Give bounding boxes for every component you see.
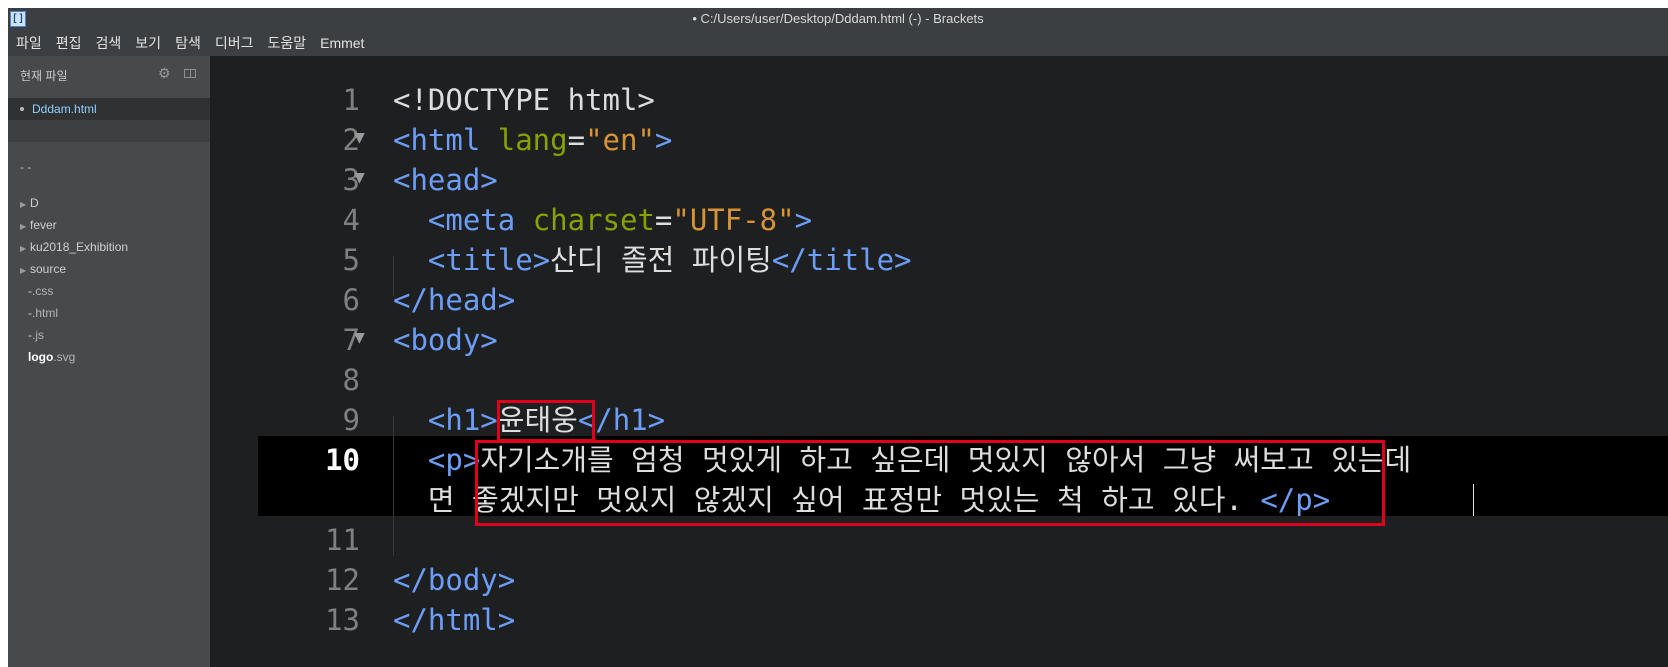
gear-icon[interactable]: ⚙ xyxy=(158,65,171,82)
text-cursor xyxy=(1473,484,1474,516)
tree-item-label: fever xyxy=(30,218,57,232)
menu-debug[interactable]: 디버그 xyxy=(215,33,254,53)
menu-find[interactable]: 검색 xyxy=(96,33,122,53)
highlight-box-paragraph xyxy=(475,440,1385,526)
menu-navigate[interactable]: 탐색 xyxy=(175,33,201,53)
tree-file-css[interactable]: -.css xyxy=(28,284,53,302)
tag: <p> xyxy=(427,443,481,477)
menu-file[interactable]: 파일 xyxy=(16,33,42,53)
modified-dot-icon xyxy=(20,107,24,111)
tree-item-label: D xyxy=(30,196,39,210)
working-file-name: Dddam.html xyxy=(32,102,97,116)
split-view-icon[interactable] xyxy=(184,69,196,78)
menu-bar: 파일 편집 검색 보기 탐색 디버그 도움말 Emmet xyxy=(8,30,1668,56)
code-editor[interactable]: 1 2 3 4 5 6 7 8 9 10 11 12 13 ▼ ▼ ▼ <!DO… xyxy=(210,56,1668,667)
tree-file-html[interactable]: -.html xyxy=(28,306,58,324)
line-number: 13 xyxy=(325,603,360,637)
menu-help[interactable]: 도움말 xyxy=(267,33,306,53)
tag: <html xyxy=(393,123,498,157)
code-line-2: <html lang="en"> xyxy=(393,120,672,160)
working-file-item[interactable]: Dddam.html xyxy=(8,98,210,120)
equals: = xyxy=(567,123,586,157)
project-title[interactable]: - - xyxy=(20,160,31,174)
tree-item-label: source xyxy=(30,262,67,276)
attribute-value: "en" xyxy=(585,123,655,157)
tree-file-logo-svg[interactable]: logo.svg xyxy=(28,350,75,368)
line-number: 9 xyxy=(342,403,360,437)
file-extension: .css xyxy=(32,284,54,298)
folder-collapsed-icon: ▶ xyxy=(20,222,27,231)
tree-item-label: ku2018_Exhibition xyxy=(30,240,129,254)
window-title: • C:/Users/user/Desktop/Dddam.html (-) -… xyxy=(692,11,984,26)
menu-view[interactable]: 보기 xyxy=(135,33,161,53)
code-line-12: </body> xyxy=(393,560,515,600)
folder-collapsed-icon: ▶ xyxy=(20,200,27,209)
line-number-active: 10 xyxy=(325,443,360,477)
line-number: 2 xyxy=(342,123,360,157)
menu-emmet[interactable]: Emmet xyxy=(320,35,364,51)
tag: > xyxy=(654,123,673,157)
code-line-6: </head> xyxy=(393,280,515,320)
tree-folder-fever[interactable]: ▶ fever xyxy=(20,218,57,236)
line-number: 7 xyxy=(342,323,360,357)
file-extension: .html xyxy=(32,306,59,320)
line-number: 12 xyxy=(325,563,360,597)
tag: </head> xyxy=(393,283,516,317)
fold-arrow-icon[interactable]: ▼ xyxy=(354,118,368,158)
folder-collapsed-icon: ▶ xyxy=(20,244,27,253)
line-number: 3 xyxy=(342,163,360,197)
tag: > xyxy=(794,203,813,237)
tag: <title> xyxy=(427,243,551,277)
working-files-header: 현재 파일 ⚙ xyxy=(8,56,210,94)
line-number: 5 xyxy=(342,243,360,277)
working-files-title: 현재 파일 xyxy=(20,69,68,83)
file-extension: .js xyxy=(32,328,44,342)
file-basename: logo xyxy=(28,350,54,364)
brackets-window: [ ] • C:/Users/user/Desktop/Dddam.html (… xyxy=(8,8,1668,667)
code-line-1: <!DOCTYPE html> xyxy=(393,80,655,120)
doctype: <!DOCTYPE html> xyxy=(393,83,655,117)
line-number: 6 xyxy=(342,283,360,317)
highlight-box-h1 xyxy=(497,400,595,442)
attribute: lang xyxy=(497,123,568,157)
file-extension: .svg xyxy=(53,350,76,364)
line-number: 11 xyxy=(325,523,360,557)
fold-arrow-icon[interactable]: ▼ xyxy=(354,318,368,358)
tree-folder-source[interactable]: ▶ source xyxy=(20,262,66,280)
menu-edit[interactable]: 편집 xyxy=(56,33,82,53)
line-number: 1 xyxy=(342,83,360,117)
sidebar: 현재 파일 ⚙ Dddam.html - - ▶ D ▶ fever ▶ ku2018… xyxy=(8,56,210,667)
attribute-value: "UTF-8" xyxy=(672,203,795,237)
line-number: 4 xyxy=(342,203,360,237)
tag: </body> xyxy=(393,563,516,597)
working-files-separator xyxy=(8,120,210,142)
tag: <h1> xyxy=(427,403,498,437)
code-line-4: <meta charset="UTF-8"> xyxy=(393,200,812,240)
folder-collapsed-icon: ▶ xyxy=(20,266,27,275)
line-number: 8 xyxy=(342,363,360,397)
tree-file-js[interactable]: -.js xyxy=(28,328,44,346)
code-line-7: <body> xyxy=(393,320,498,360)
tag: </html> xyxy=(393,603,516,637)
code-line-3: <head> xyxy=(393,160,498,200)
title-text: 산디 졸전 파이팅 xyxy=(550,243,772,277)
attribute: charset xyxy=(532,203,655,237)
fold-arrow-icon[interactable]: ▼ xyxy=(354,158,368,198)
tree-folder-ku2018-exhibition[interactable]: ▶ ku2018_Exhibition xyxy=(20,240,128,258)
code-line-5: <title>산디 졸전 파이팅</title> xyxy=(393,240,912,280)
title-bar: [ ] • C:/Users/user/Desktop/Dddam.html (… xyxy=(8,8,1668,30)
tag: <head> xyxy=(393,163,498,197)
tag: <meta xyxy=(427,203,533,237)
code-line-13: </html> xyxy=(393,600,515,640)
equals: = xyxy=(654,203,673,237)
tree-folder-d[interactable]: ▶ D xyxy=(20,196,39,214)
tag: <body> xyxy=(393,323,498,357)
tag: </title> xyxy=(771,243,912,277)
